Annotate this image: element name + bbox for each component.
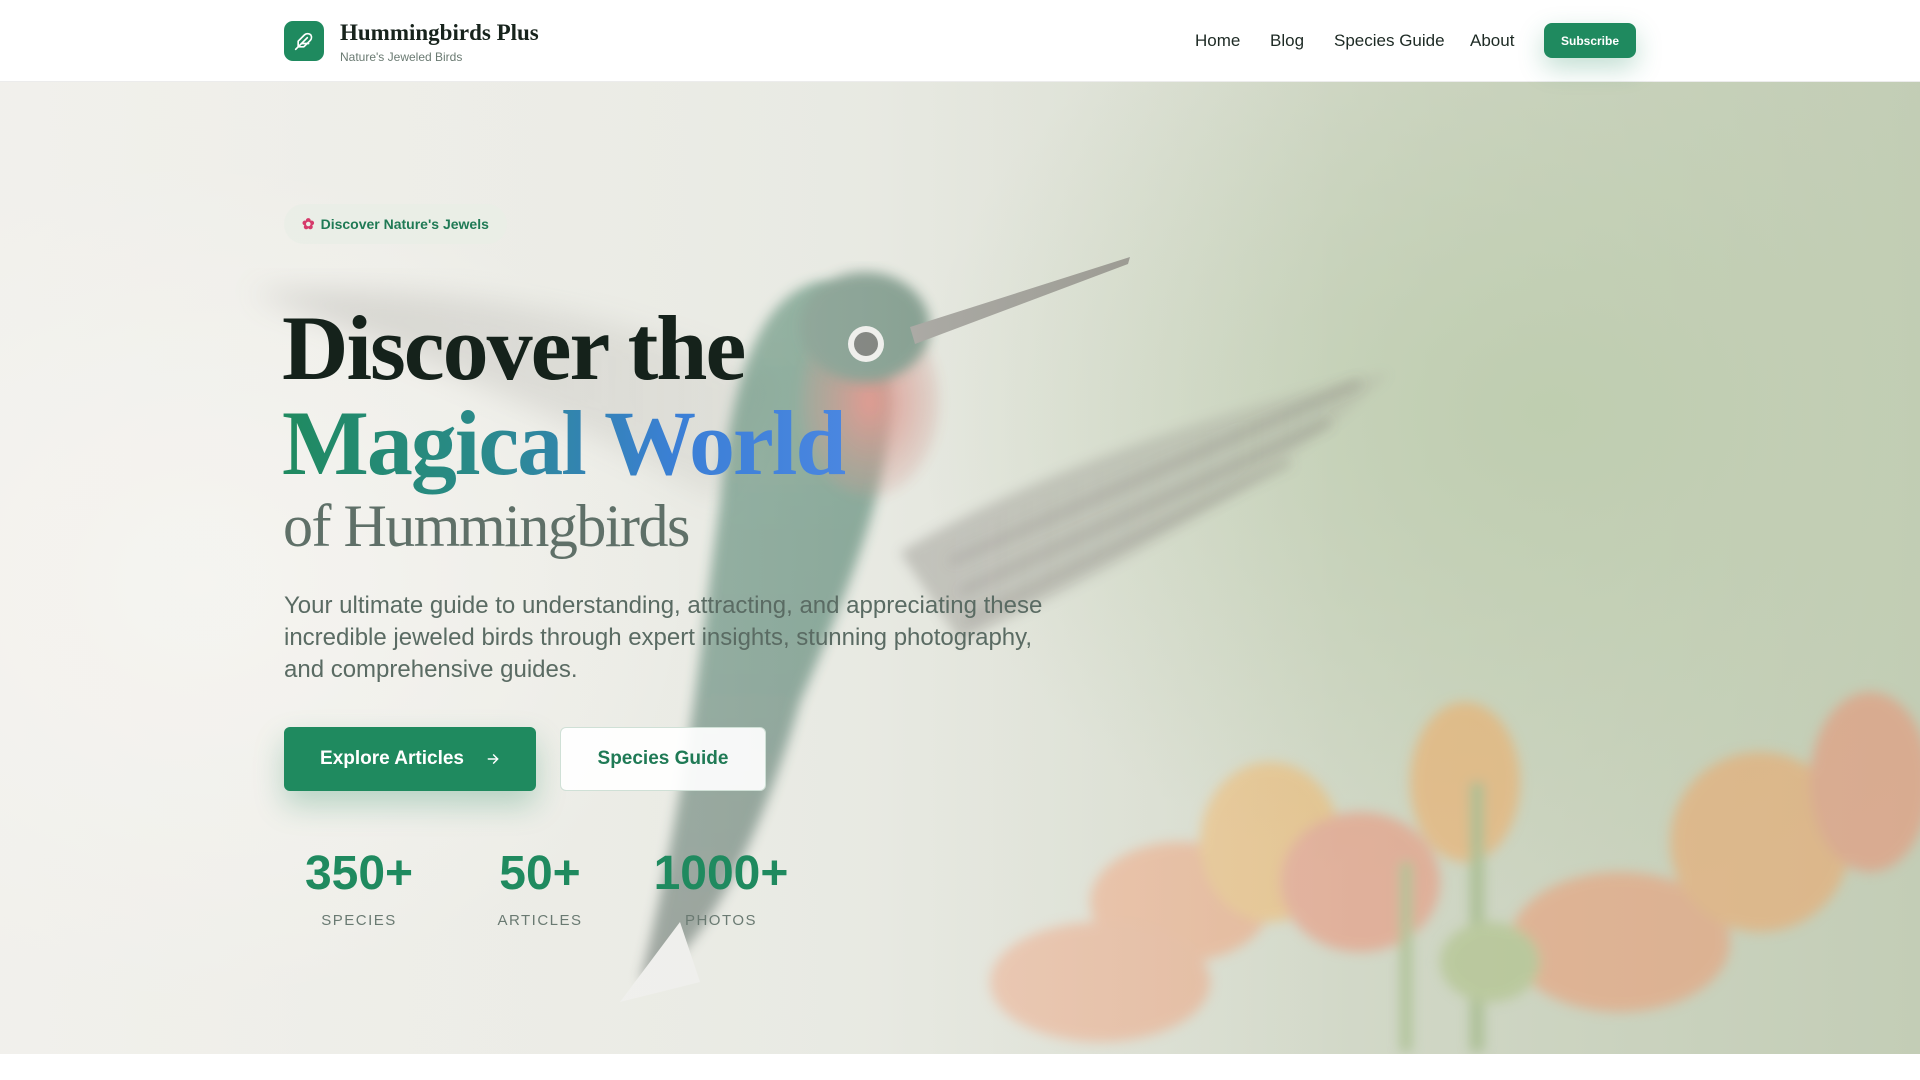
nav-blog[interactable]: Blog [1270,31,1304,51]
subscribe-button[interactable]: Subscribe [1544,23,1636,58]
hero-title-line3: of Hummingbirds [283,493,690,559]
stat-species: 350+ SPECIES [284,847,434,930]
stat-photos: 1000+ PHOTOS [650,847,792,930]
nav-species-guide[interactable]: Species Guide [1334,31,1445,51]
stat-value: 1000+ [653,847,789,900]
nav-home[interactable]: Home [1195,31,1240,51]
feather-icon [294,32,313,51]
hibiscus-flower-icon: ✿ [302,216,315,233]
brand-subtitle: Nature's Jeweled Birds [340,50,463,64]
hero-badge: ✿ Discover Nature's Jewels [284,204,507,244]
explore-articles-label: Explore Articles [320,748,464,769]
hero-title-line2: Magical World [282,392,847,494]
logo[interactable] [284,21,324,61]
explore-articles-button[interactable]: Explore Articles [284,727,536,791]
stat-label: ARTICLES [497,912,583,929]
brand-title[interactable]: Hummingbirds Plus [340,20,539,46]
nav-about[interactable]: About [1470,31,1514,51]
stat-label: SPECIES [321,912,397,929]
next-section-edge [0,1054,1920,1080]
hero-title-line1: Discover the [282,297,746,399]
arrow-right-icon [487,754,499,764]
site-header: Hummingbirds Plus Nature's Jeweled Birds… [0,0,1920,82]
stat-articles: 50+ ARTICLES [480,847,600,930]
stat-value: 350+ [304,847,414,900]
species-guide-button[interactable]: Species Guide [560,727,766,791]
stat-value: 50+ [499,847,581,900]
hero-badge-text: Discover Nature's Jewels [320,216,489,232]
stat-label: PHOTOS [684,912,758,929]
hero-description: Your ultimate guide to understanding, at… [284,592,1043,683]
hero-section: ✿ Discover Nature's Jewels Discover the … [0,82,1920,1054]
